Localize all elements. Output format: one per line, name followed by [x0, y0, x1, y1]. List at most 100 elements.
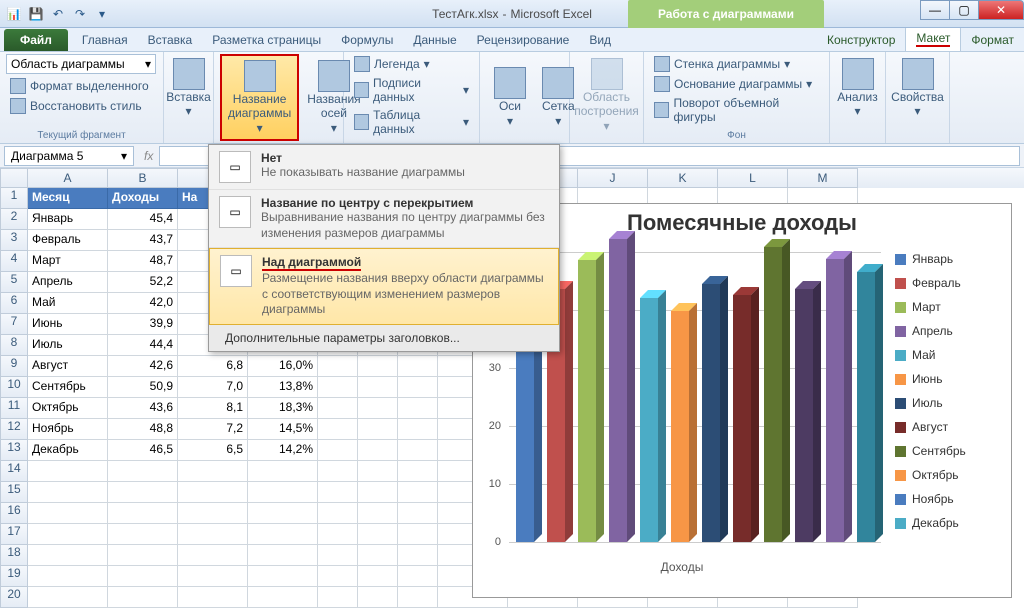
row-header[interactable]: 18	[0, 545, 28, 566]
cell[interactable]: 13,8%	[248, 377, 318, 398]
tab-home[interactable]: Главная	[72, 29, 138, 51]
cell[interactable]	[398, 587, 438, 608]
cell[interactable]	[108, 587, 178, 608]
tab-layout[interactable]: Макет	[905, 26, 961, 51]
cell[interactable]: 45,4	[108, 209, 178, 230]
cell[interactable]	[358, 440, 398, 461]
cell[interactable]	[108, 545, 178, 566]
tab-insert[interactable]: Вставка	[138, 29, 203, 51]
cell[interactable]: Май	[28, 293, 108, 314]
cell[interactable]	[358, 545, 398, 566]
cell[interactable]: 48,7	[108, 251, 178, 272]
cell[interactable]	[28, 566, 108, 587]
row-header[interactable]: 5	[0, 272, 28, 293]
column-header[interactable]: J	[578, 168, 648, 188]
legend-item[interactable]: Апрель	[895, 324, 1007, 338]
row-header[interactable]: 19	[0, 566, 28, 587]
cell[interactable]	[178, 524, 248, 545]
legend-item[interactable]: Декабрь	[895, 516, 1007, 530]
tab-review[interactable]: Рецензирование	[467, 29, 580, 51]
cell[interactable]: Август	[28, 356, 108, 377]
cell[interactable]: Сентябрь	[28, 377, 108, 398]
cell[interactable]: 42,6	[108, 356, 178, 377]
cell[interactable]	[318, 398, 358, 419]
cell[interactable]	[398, 356, 438, 377]
cell[interactable]	[248, 503, 318, 524]
cell[interactable]: 46,5	[108, 440, 178, 461]
cell[interactable]	[248, 566, 318, 587]
bar[interactable]	[733, 295, 751, 542]
cell[interactable]	[318, 440, 358, 461]
cell[interactable]	[398, 377, 438, 398]
cell[interactable]: 43,6	[108, 398, 178, 419]
cell[interactable]	[178, 545, 248, 566]
row-header[interactable]: 4	[0, 251, 28, 272]
dropdown-option-none[interactable]: ▭ НетНе показывать название диаграммы	[209, 145, 559, 190]
axes-button[interactable]: Оси▾	[486, 54, 534, 141]
cell[interactable]	[318, 587, 358, 608]
cell[interactable]	[108, 503, 178, 524]
legend-item[interactable]: Февраль	[895, 276, 1007, 290]
row-header[interactable]: 3	[0, 230, 28, 251]
fx-icon[interactable]: fx	[138, 149, 159, 163]
tab-formulas[interactable]: Формулы	[331, 29, 403, 51]
bar[interactable]	[795, 289, 813, 542]
cell[interactable]	[318, 545, 358, 566]
row-header[interactable]: 2	[0, 209, 28, 230]
cell[interactable]: Январь	[28, 209, 108, 230]
cell[interactable]	[318, 566, 358, 587]
bar[interactable]	[640, 298, 658, 542]
column-header[interactable]: L	[718, 168, 788, 188]
undo-icon[interactable]: ↶	[48, 4, 68, 24]
tab-design[interactable]: Конструктор	[817, 29, 905, 51]
bar[interactable]	[671, 311, 689, 542]
cell[interactable]: 16,0%	[248, 356, 318, 377]
cell[interactable]: Декабрь	[28, 440, 108, 461]
cell[interactable]	[28, 503, 108, 524]
cell[interactable]	[318, 482, 358, 503]
cell[interactable]: 6,8	[178, 356, 248, 377]
cell[interactable]	[358, 566, 398, 587]
cell[interactable]: 6,5	[178, 440, 248, 461]
legend-item[interactable]: Май	[895, 348, 1007, 362]
cell[interactable]	[28, 524, 108, 545]
properties-button[interactable]: Свойства▾	[892, 54, 943, 123]
cell[interactable]	[318, 503, 358, 524]
close-button[interactable]: ✕	[978, 0, 1024, 20]
reset-style-button[interactable]: Восстановить стиль	[6, 96, 157, 116]
cell[interactable]	[28, 482, 108, 503]
cell[interactable]: 14,5%	[248, 419, 318, 440]
cell[interactable]	[28, 461, 108, 482]
cell[interactable]	[318, 377, 358, 398]
qat-more-icon[interactable]: ▾	[92, 4, 112, 24]
cell[interactable]	[358, 377, 398, 398]
cell[interactable]: 8,1	[178, 398, 248, 419]
file-tab[interactable]: Файл	[4, 29, 68, 51]
dropdown-option-centered-overlay[interactable]: ▭ Название по центру с перекрытиемВыравн…	[209, 190, 559, 248]
cell[interactable]	[178, 482, 248, 503]
chart-element-selector[interactable]: Область диаграммы▾	[6, 54, 156, 74]
row-header[interactable]: 1	[0, 188, 28, 209]
cell[interactable]: 7,2	[178, 419, 248, 440]
format-selection-button[interactable]: Формат выделенного	[6, 76, 157, 96]
data-table-button[interactable]: Таблица данных ▾	[350, 106, 473, 138]
cell[interactable]: 48,8	[108, 419, 178, 440]
save-icon[interactable]: 💾	[26, 4, 46, 24]
bar[interactable]	[609, 239, 627, 542]
row-header[interactable]: 6	[0, 293, 28, 314]
cell[interactable]: 14,2%	[248, 440, 318, 461]
cell[interactable]: Доходы	[108, 188, 178, 209]
cell[interactable]: Март	[28, 251, 108, 272]
row-header[interactable]: 16	[0, 503, 28, 524]
row-header[interactable]: 12	[0, 419, 28, 440]
column-header[interactable]: B	[108, 168, 178, 188]
bar[interactable]	[578, 260, 596, 542]
cell[interactable]	[248, 587, 318, 608]
cell[interactable]	[398, 524, 438, 545]
minimize-button[interactable]: ―	[920, 0, 950, 20]
dropdown-more-options[interactable]: Дополнительные параметры заголовков...	[209, 325, 559, 351]
cell[interactable]: Июль	[28, 335, 108, 356]
cell[interactable]	[318, 419, 358, 440]
cell[interactable]	[358, 503, 398, 524]
cell[interactable]	[358, 461, 398, 482]
